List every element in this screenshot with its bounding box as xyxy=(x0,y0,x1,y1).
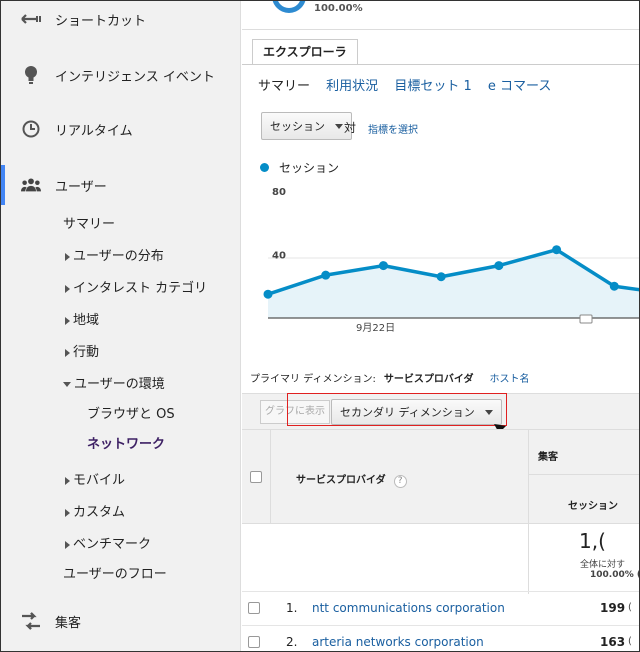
col-group-acquisition: 集客 xyxy=(538,452,558,463)
annotation-icon[interactable] xyxy=(579,314,593,324)
subtab-summary[interactable]: サマリー xyxy=(258,79,310,94)
sidebar-sub-environment[interactable]: ユーザーの環境 xyxy=(63,373,165,392)
vs-label: 対 xyxy=(344,121,357,135)
sidebar-item-users[interactable]: ユーザー xyxy=(1,165,241,205)
data-point[interactable] xyxy=(552,245,562,255)
primary-dim-label: プライマリ ディメンション: xyxy=(250,374,376,385)
sidebar-sub-distribution[interactable]: ユーザーの分布 xyxy=(65,245,164,264)
legend-dot-icon xyxy=(260,163,269,172)
total-sessions: 1,( xyxy=(579,529,606,553)
chevron-right-icon xyxy=(65,316,70,325)
primary-dim-value[interactable]: サービスプロバイダ xyxy=(384,374,474,385)
app-frame: ショートカット インテリジェンス イベント リアルタイム ユーザー サマリー ユ… xyxy=(0,0,640,652)
sidebar-sub-mobile[interactable]: モバイル xyxy=(65,469,125,488)
col-header-provider[interactable]: サービスプロバイダ? xyxy=(296,471,407,488)
chevron-right-icon xyxy=(65,508,70,517)
sidebar-sub-behavior[interactable]: 行動 xyxy=(65,341,99,360)
sidebar: ショートカット インテリジェンス イベント リアルタイム ユーザー サマリー ユ… xyxy=(1,1,241,651)
divider xyxy=(528,524,529,594)
chart-legend: セッション xyxy=(260,159,339,176)
choose-metric-link[interactable]: 指標を選択 xyxy=(368,121,418,136)
row-index: 2. xyxy=(286,635,298,649)
row-sessions-share: ( xyxy=(628,636,632,647)
sidebar-item-acquisition[interactable]: 集客 xyxy=(1,601,241,641)
row-sessions-share: ( xyxy=(628,602,632,613)
shortcut-icon xyxy=(21,9,41,29)
help-icon[interactable]: ? xyxy=(393,475,407,488)
data-table: サービスプロバイダ? 集客 セッション 1,( 全体に対す 100.00% ( … xyxy=(242,429,640,651)
divider xyxy=(270,429,271,524)
sidebar-item-label: インテリジェンス イベント xyxy=(55,69,215,85)
chevron-right-icon xyxy=(65,284,70,293)
series-area xyxy=(268,249,639,318)
metric-select[interactable]: セッション xyxy=(261,112,352,140)
y-tick-label: 80 xyxy=(272,187,286,198)
donut-chart xyxy=(272,1,306,13)
data-point[interactable] xyxy=(263,289,273,299)
primary-dimension-row: プライマリ ディメンション: サービスプロバイダ ホスト名 xyxy=(250,370,529,385)
data-point[interactable] xyxy=(494,261,504,271)
clock-icon xyxy=(21,119,41,139)
legend-label: セッション xyxy=(279,161,340,175)
sidebar-sub-browser-os[interactable]: ブラウザと OS xyxy=(87,403,175,422)
subtab-goals[interactable]: 目標セット 1 xyxy=(394,79,471,94)
sidebar-item-realtime[interactable]: リアルタイム xyxy=(1,109,241,149)
host-name-link[interactable]: ホスト名 xyxy=(489,374,529,385)
x-tick-label: 9月22日 xyxy=(356,322,395,334)
sidebar-item-label: リアルタイム xyxy=(55,123,133,139)
col-header-sessions[interactable]: セッション xyxy=(568,497,618,512)
row-index: 1. xyxy=(286,601,298,615)
row-provider-link[interactable]: arteria networks corporation xyxy=(312,635,484,649)
subtab-ecommerce[interactable]: e コマース xyxy=(488,79,551,94)
sidebar-sub-geo[interactable]: 地域 xyxy=(65,309,99,328)
data-point[interactable] xyxy=(378,261,388,271)
sidebar-sub-summary[interactable]: サマリー xyxy=(63,213,115,232)
chevron-right-icon xyxy=(65,348,70,357)
chevron-right-icon xyxy=(65,476,70,485)
sidebar-sub-interests[interactable]: インタレスト カテゴリ xyxy=(65,277,207,296)
subtabs: サマリー 利用状況 目標セット 1 e コマース xyxy=(258,75,563,94)
sidebar-item-label: ユーザー xyxy=(55,179,107,195)
sidebar-item-shortcut[interactable]: ショートカット xyxy=(1,1,241,39)
chevron-down-icon xyxy=(63,382,71,387)
tab-explorer[interactable]: エクスプローラ xyxy=(252,39,358,65)
highlight-box xyxy=(287,393,507,426)
divider xyxy=(528,429,529,524)
chevron-right-icon xyxy=(65,540,70,549)
chevron-down-icon xyxy=(335,123,343,129)
chevron-right-icon xyxy=(65,252,70,261)
divider xyxy=(242,29,639,30)
y-tick-label: 40 xyxy=(272,251,286,262)
divider xyxy=(242,64,639,65)
data-point[interactable] xyxy=(609,281,619,291)
line-chart: 80 40 9月22日 xyxy=(263,187,639,334)
subtab-usage[interactable]: 利用状況 xyxy=(326,79,378,94)
sidebar-item-label: 集客 xyxy=(55,615,82,631)
row-sessions: 163 xyxy=(600,635,626,649)
sidebar-sub-custom[interactable]: カスタム xyxy=(65,501,125,520)
sidebar-sub-network[interactable]: ネットワーク xyxy=(87,433,165,452)
main-panel: 100.00% エクスプローラ サマリー 利用状況 目標セット 1 e コマース… xyxy=(242,1,640,651)
row-checkbox[interactable] xyxy=(248,602,260,614)
lightbulb-icon xyxy=(21,65,41,85)
table-row: 1. ntt communications corporation 199 ( xyxy=(242,591,639,625)
top-percentage: 100.00% xyxy=(314,3,363,14)
total-share-pct: 100.00% ( xyxy=(590,570,640,580)
select-all-checkbox[interactable] xyxy=(250,471,262,483)
row-sessions: 199 xyxy=(600,601,626,615)
table-row: 2. arteria networks corporation 163 ( xyxy=(242,625,639,651)
divider xyxy=(528,474,639,475)
sidebar-sub-flow[interactable]: ユーザーのフロー xyxy=(63,563,167,582)
data-point[interactable] xyxy=(436,272,446,282)
row-provider-link[interactable]: ntt communications corporation xyxy=(312,601,505,615)
sidebar-item-label: ショートカット xyxy=(55,13,147,29)
data-point[interactable] xyxy=(321,270,331,280)
acquisition-arrows-icon xyxy=(21,611,41,631)
sidebar-sub-benchmark[interactable]: ベンチマーク xyxy=(65,533,151,552)
users-icon xyxy=(21,175,41,195)
sidebar-item-intelligence[interactable]: インテリジェンス イベント xyxy=(1,55,241,95)
row-checkbox[interactable] xyxy=(248,636,260,648)
total-share-label: 全体に対す xyxy=(580,560,626,570)
